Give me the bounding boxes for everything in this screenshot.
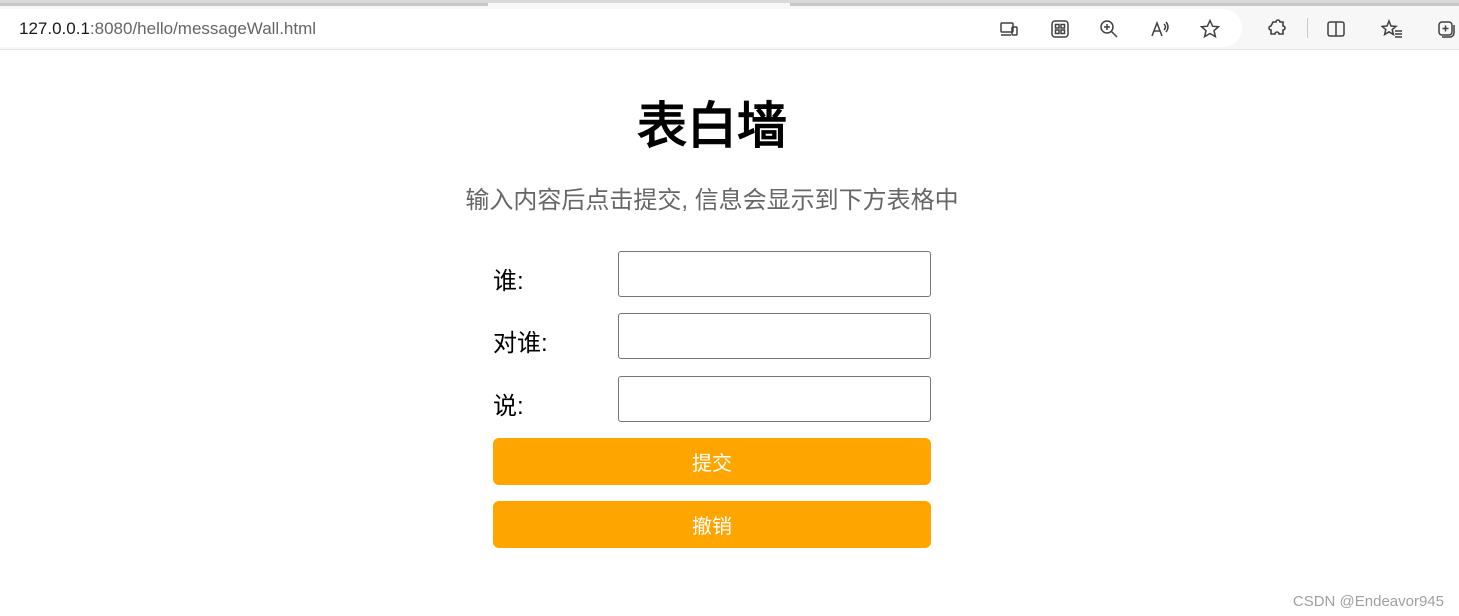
watermark: CSDN @Endeavor945 — [1292, 593, 1444, 610]
url-text[interactable]: 127.0.0.1:8080/hello/messageWall.html — [19, 19, 316, 39]
tab-indicator — [790, 3, 1459, 6]
toolbar-divider — [1307, 18, 1308, 38]
favorites-list-icon[interactable] — [1379, 16, 1405, 42]
to-field-row: 对谁: — [493, 313, 931, 359]
browser-toolbar: 127.0.0.1:8080/hello/messageWall.html — [0, 0, 1459, 50]
to-label: 对谁: — [493, 330, 548, 357]
read-aloud-icon[interactable] — [1147, 16, 1173, 42]
zoom-icon[interactable] — [1096, 16, 1122, 42]
favorite-star-icon[interactable] — [1197, 16, 1223, 42]
apps-icon[interactable] — [1047, 16, 1073, 42]
to-input[interactable] — [618, 313, 931, 359]
page-title: 表白墙 — [637, 98, 787, 154]
url-path: :8080/hello/messageWall.html — [89, 19, 317, 38]
collections-icon[interactable] — [1433, 16, 1459, 42]
from-input[interactable] — [618, 251, 931, 297]
url-host: 127.0.0.1 — [19, 19, 90, 38]
submit-button[interactable]: 提交 — [493, 438, 931, 485]
page-subtitle: 输入内容后点击提交, 信息会显示到下方表格中 — [465, 187, 959, 214]
tab-indicator — [0, 3, 488, 6]
message-field-row: 说: — [493, 376, 931, 422]
message-input[interactable] — [618, 376, 931, 422]
split-screen-icon[interactable] — [1323, 16, 1349, 42]
message-wall-page: 表白墙 输入内容后点击提交, 信息会显示到下方表格中 谁: 对谁: 说: 提交 … — [0, 50, 1459, 616]
from-field-row: 谁: — [493, 251, 931, 297]
from-label: 谁: — [493, 268, 524, 295]
device-icon[interactable] — [996, 16, 1022, 42]
extensions-icon[interactable] — [1263, 16, 1289, 42]
cancel-button[interactable]: 撤销 — [493, 501, 931, 548]
message-label: 说: — [493, 393, 524, 420]
